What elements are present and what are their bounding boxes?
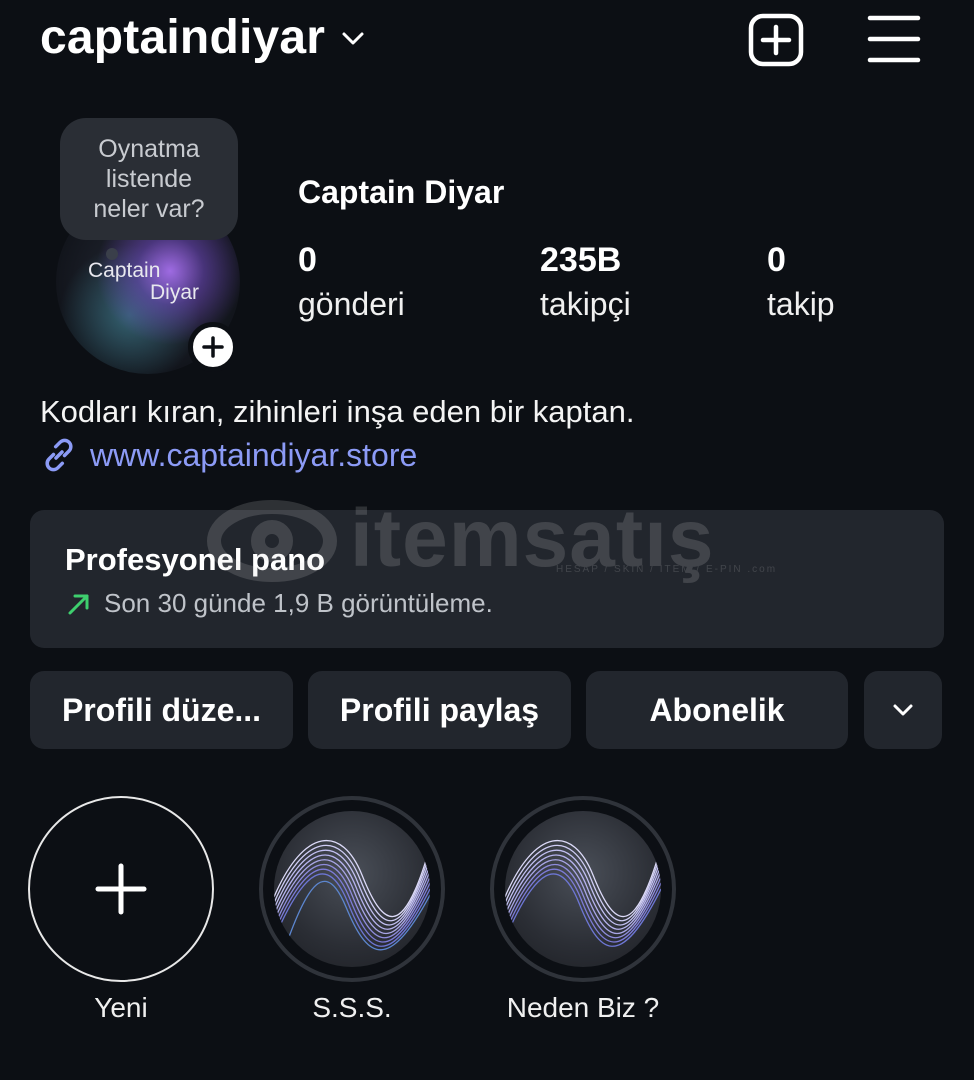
stat-followers[interactable]: 235B takipçi <box>540 240 631 326</box>
suggestions-toggle-button[interactable] <box>864 671 942 749</box>
plus-icon <box>95 863 147 915</box>
wave-lines-image <box>505 839 661 947</box>
avatar-logo-text: Captain Diyar <box>88 259 200 304</box>
dashboard-subtitle: Son 30 günde 1,9 B görüntüleme. <box>104 588 493 618</box>
top-bar: captaindiyar <box>0 0 974 80</box>
plus-square-icon[interactable] <box>748 13 804 67</box>
stat-label: takipçi <box>540 286 631 322</box>
wave-lines-image <box>274 839 430 952</box>
account-switcher[interactable]: captaindiyar <box>40 10 367 65</box>
display-name: Captain Diyar <box>298 174 505 210</box>
trend-up-icon <box>68 594 89 614</box>
highlight-neden-biz[interactable]: Neden Biz ? <box>490 796 676 1024</box>
highlight-cover <box>505 811 661 967</box>
professional-dashboard[interactable]: Profesyonel pano Son 30 günde 1,9 B görü… <box>30 510 944 648</box>
highlight-circle <box>490 796 676 982</box>
plus-icon <box>202 336 224 358</box>
highlight-label: Yeni <box>94 992 148 1023</box>
profile-page: captaindiyar Captain Diyar Oynatma liste… <box>0 0 974 1080</box>
bio-link-text: www.captaindiyar.store <box>90 436 418 473</box>
bio-text: Kodları kıran, zihinleri inşa eden bir k… <box>40 394 635 429</box>
highlight-new[interactable]: Yeni <box>28 796 214 1024</box>
highlight-cover <box>274 811 430 967</box>
stat-label: takip <box>767 286 835 322</box>
subscription-button[interactable]: Abonelik <box>586 671 848 749</box>
bio-link[interactable]: www.captaindiyar.store <box>40 436 417 474</box>
highlight-label: Neden Biz ? <box>506 992 660 1023</box>
chevron-down-icon <box>893 704 913 716</box>
highlight-sss[interactable]: S.S.S. <box>259 796 445 1024</box>
link-icon <box>45 438 73 472</box>
stat-value: 235B <box>540 241 622 279</box>
stat-value: 0 <box>767 241 786 279</box>
highlight-circle <box>259 796 445 982</box>
stat-posts: 0 gönderi <box>298 240 405 326</box>
dashboard-subtitle-row: Son 30 günde 1,9 B görüntüleme. <box>66 588 493 619</box>
note-bubble[interactable]: Oynatma listende neler var? <box>60 118 238 240</box>
highlight-label: S.S.S. <box>312 992 392 1023</box>
stat-following[interactable]: 0 takip <box>767 240 835 326</box>
share-profile-button[interactable]: Profili paylaş <box>308 671 571 749</box>
stat-value: 0 <box>298 241 317 279</box>
add-story-button[interactable] <box>188 322 238 372</box>
dashboard-title: Profesyonel pano <box>65 542 326 577</box>
stat-label: gönderi <box>298 286 405 322</box>
highlight-circle <box>28 796 214 982</box>
username: captaindiyar <box>40 11 326 64</box>
hamburger-menu-icon[interactable] <box>866 14 922 64</box>
edit-profile-button[interactable]: Profili düze... <box>30 671 293 749</box>
chevron-down-icon <box>342 32 364 44</box>
